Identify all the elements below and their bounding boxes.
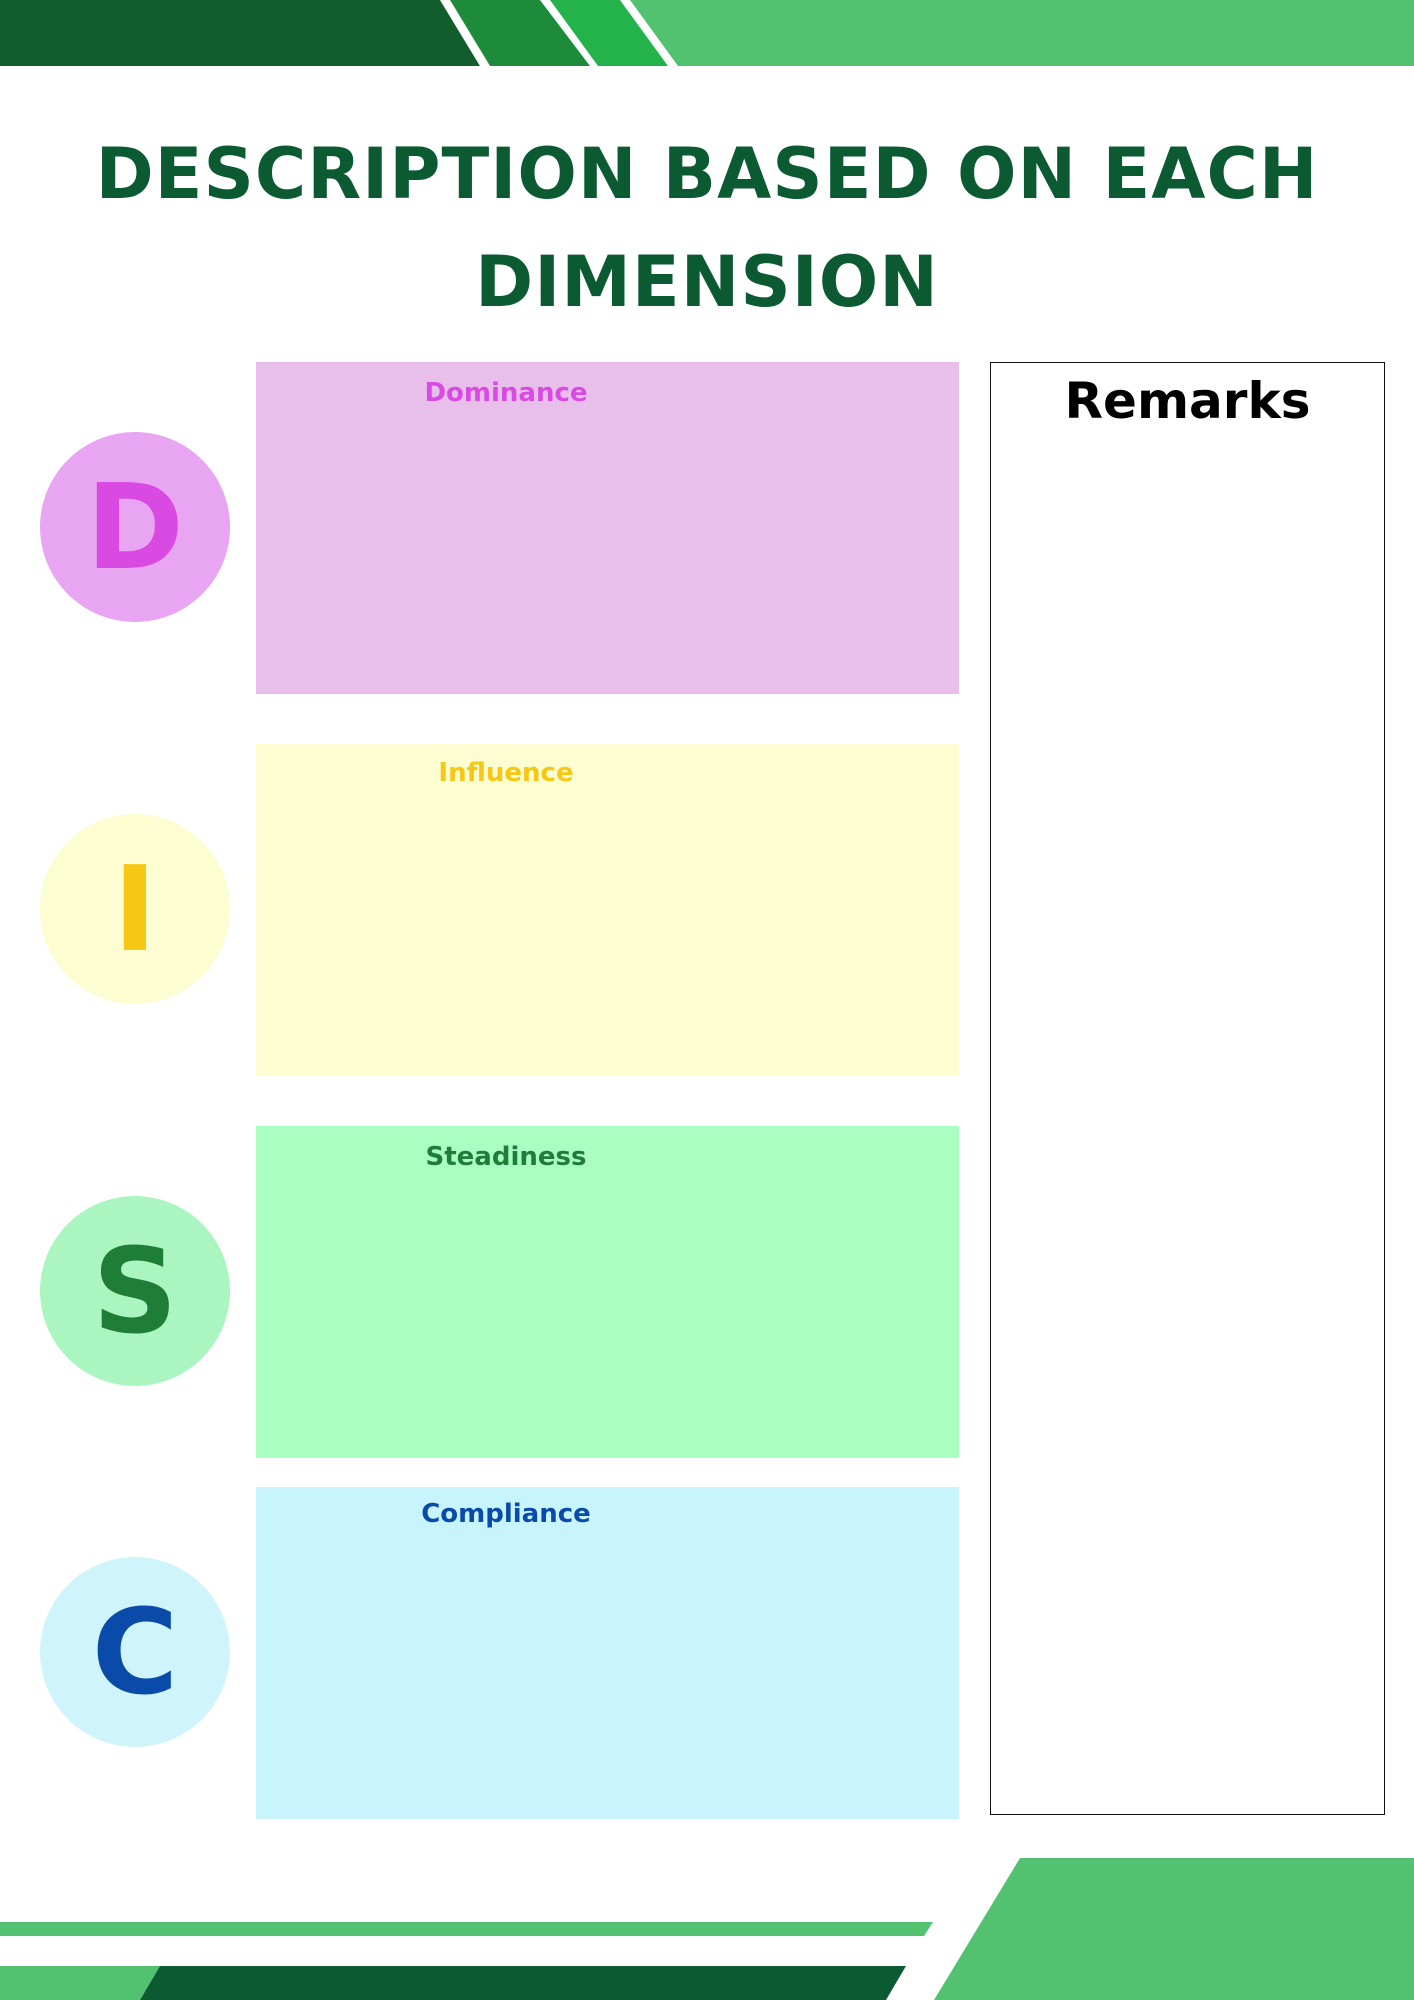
footer-band-dark bbox=[140, 1966, 906, 2000]
remarks-panel: Remarks bbox=[990, 362, 1385, 1815]
dimension-title-dominance: Dominance bbox=[424, 378, 588, 408]
footer-stripe-light bbox=[0, 1922, 933, 1936]
remarks-title: Remarks bbox=[1064, 372, 1311, 430]
dimension-title-compliance: Compliance bbox=[421, 1499, 591, 1529]
dimension-box-dominance[interactable]: Dominance bbox=[256, 362, 959, 694]
header-band-mid bbox=[450, 0, 590, 66]
dimension-letter-c: C bbox=[91, 1583, 179, 1721]
dimension-circle-influence: I bbox=[40, 814, 230, 1004]
dimension-circle-compliance: C bbox=[40, 1557, 230, 1747]
dimension-title-influence: Influence bbox=[438, 758, 574, 788]
header-stripe-2 bbox=[540, 0, 598, 66]
dimension-box-influence[interactable]: Influence bbox=[256, 744, 959, 1076]
footer-band-light bbox=[0, 1966, 160, 2000]
dimension-letter-d: D bbox=[86, 458, 184, 596]
header-stripe-1 bbox=[440, 0, 490, 66]
dimension-letter-s: S bbox=[92, 1222, 178, 1360]
dimension-letter-i: I bbox=[113, 840, 157, 978]
remarks-writing-area[interactable] bbox=[1001, 453, 1374, 1804]
dimension-box-steadiness[interactable]: Steadiness bbox=[256, 1126, 959, 1458]
dimension-circle-dominance: D bbox=[40, 432, 230, 622]
dimension-title-steadiness: Steadiness bbox=[425, 1142, 587, 1172]
page-title: DESCRIPTION BASED ON EACH DIMENSION bbox=[95, 133, 1319, 323]
dimension-box-compliance[interactable]: Compliance bbox=[256, 1487, 959, 1819]
footer-block-light bbox=[934, 1858, 1414, 2000]
header-band-light bbox=[0, 0, 1414, 66]
header-band-bright bbox=[540, 0, 668, 66]
header-band-dark bbox=[0, 0, 480, 66]
header-stripe-3 bbox=[620, 0, 678, 66]
dimension-circle-steadiness: S bbox=[40, 1196, 230, 1386]
